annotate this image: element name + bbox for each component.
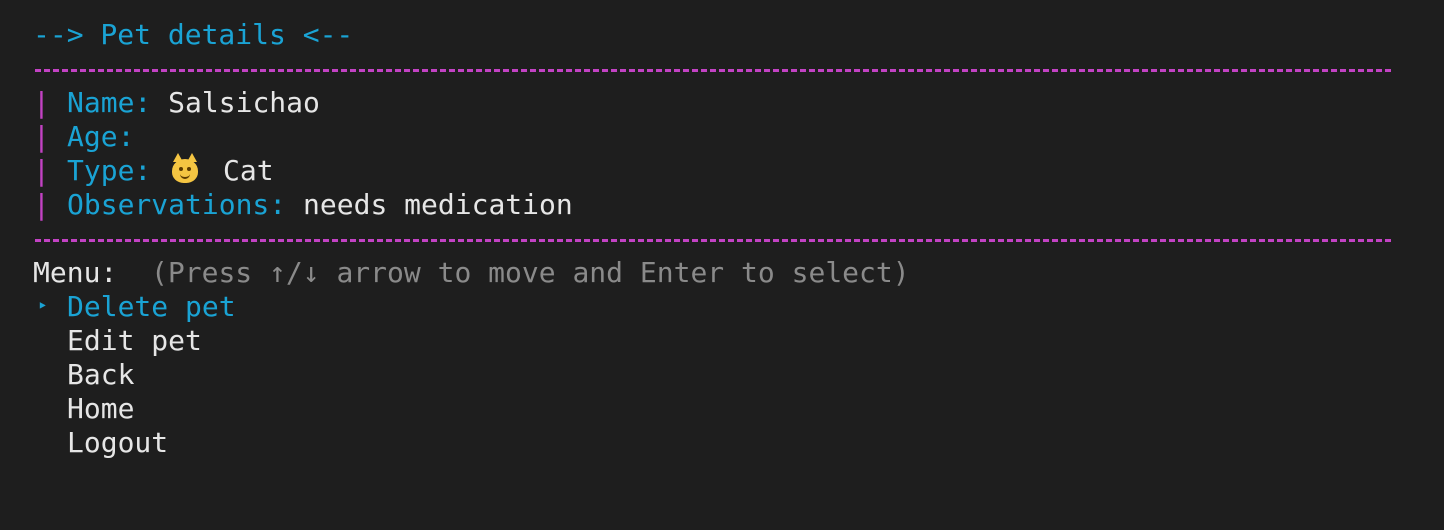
menu-item-label: Edit pet xyxy=(67,324,202,357)
menu-item-label: Logout xyxy=(67,426,169,459)
menu-item-home[interactable]: Home xyxy=(33,392,1413,426)
detail-label: Name: xyxy=(67,86,152,119)
menu-item-label: Delete pet xyxy=(67,290,236,323)
menu-item-label: Home xyxy=(67,392,135,425)
bar-icon: | xyxy=(33,120,50,153)
detail-label: Age: xyxy=(67,120,135,153)
menu-hint: (Press ↑/↓ arrow to move and Enter to se… xyxy=(151,256,910,289)
detail-label: Observations: xyxy=(67,188,287,221)
menu-item-back[interactable]: Back xyxy=(33,358,1413,392)
detail-row-name: | Name: Salsichao xyxy=(33,86,1413,120)
detail-value: needs medication xyxy=(303,188,573,221)
pointer-triangle-icon: ‣ xyxy=(37,296,48,317)
detail-row-age: | Age: xyxy=(33,120,1413,154)
bar-icon: | xyxy=(33,86,50,119)
menu-header: Menu: (Press ↑/↓ arrow to move and Enter… xyxy=(33,256,1413,290)
bar-icon: | xyxy=(33,188,50,221)
detail-value: Salsichao xyxy=(168,86,320,119)
detail-value: Cat xyxy=(223,154,274,187)
menu-item-delete-pet[interactable]: ‣ Delete pet xyxy=(33,290,1413,324)
menu-item-logout[interactable]: Logout xyxy=(33,426,1413,460)
page-title: --> Pet details <-- xyxy=(33,18,354,51)
detail-row-observations: | Observations: needs medication xyxy=(33,188,1413,222)
divider-top xyxy=(33,52,1413,86)
terminal-output: --> Pet details <-- | Name: Salsichao | Ag… xyxy=(33,18,1413,460)
detail-row-type: | Type: Cat xyxy=(33,153,1413,188)
bar-icon: | xyxy=(33,154,50,187)
menu-item-edit-pet[interactable]: Edit pet xyxy=(33,324,1413,358)
divider-bottom xyxy=(33,222,1413,256)
cat-face-icon xyxy=(172,153,199,183)
menu-item-label: Back xyxy=(67,358,135,391)
menu-label: Menu: xyxy=(33,256,118,289)
detail-label: Type: xyxy=(67,154,152,187)
